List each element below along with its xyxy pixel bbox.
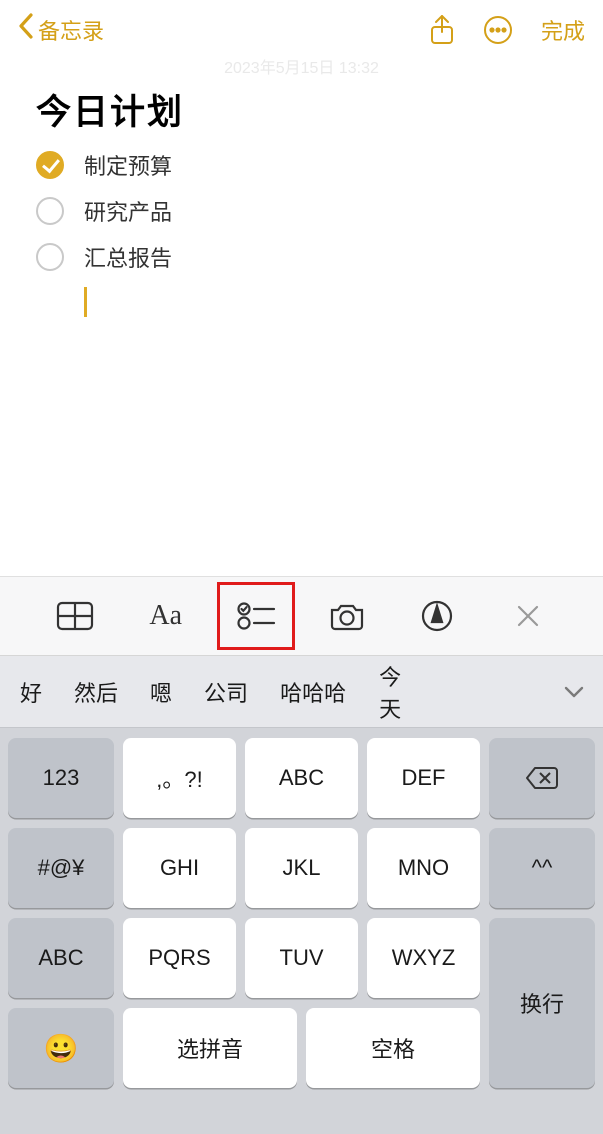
key-row: 123 ,。?! ABC DEF — [8, 738, 595, 818]
key-def[interactable]: DEF — [367, 738, 480, 818]
key-emoji[interactable]: 😀 — [8, 1008, 114, 1088]
note-body[interactable]: 今日计划 制定预算 研究产品 汇总报告 — [0, 74, 603, 317]
key-pinyin[interactable]: 选拼音 — [123, 1008, 297, 1088]
key-pqrs[interactable]: PQRS — [123, 918, 236, 998]
text-format-button[interactable]: Aa — [136, 591, 196, 641]
checklist-item[interactable]: 制定预算 — [36, 149, 567, 181]
key-tuv[interactable]: TUV — [245, 918, 358, 998]
checklist-item[interactable]: 研究产品 — [36, 195, 567, 227]
close-keyboard-button[interactable] — [498, 591, 558, 641]
keypad: 123 ,。?! ABC DEF #@¥ GHI JKL MNO ^^ ABC … — [0, 728, 603, 1088]
suggestion[interactable]: 好 — [4, 676, 58, 708]
keyboard: 好 然后 嗯 公司 哈哈哈 今天 123 ,。?! ABC DEF #@¥ GH… — [0, 656, 603, 1134]
key-abc-mode[interactable]: ABC — [8, 918, 114, 998]
checklist-text[interactable]: 汇总报告 — [84, 241, 172, 273]
suggestion[interactable]: 然后 — [58, 676, 134, 708]
table-button[interactable] — [45, 591, 105, 641]
chevron-left-icon — [18, 12, 34, 48]
checkbox-unchecked-icon[interactable] — [36, 243, 64, 271]
suggestion[interactable]: 公司 — [188, 676, 264, 708]
markup-button[interactable] — [407, 591, 467, 641]
suggestion-bar: 好 然后 嗯 公司 哈哈哈 今天 — [0, 656, 603, 728]
format-toolbar: Aa — [0, 576, 603, 656]
header-actions: 完成 — [429, 14, 585, 46]
key-mno[interactable]: MNO — [367, 828, 480, 908]
key-ghi[interactable]: GHI — [123, 828, 236, 908]
more-icon[interactable] — [483, 15, 513, 45]
camera-button[interactable] — [317, 591, 377, 641]
suggestion[interactable]: 今天 — [362, 660, 418, 724]
text-cursor — [84, 287, 87, 317]
checklist-text[interactable]: 制定预算 — [84, 149, 172, 181]
expand-suggestions-icon[interactable] — [549, 679, 599, 705]
key-return[interactable]: 换行 — [489, 918, 595, 1088]
note-title[interactable]: 今日计划 — [36, 84, 567, 135]
key-punct[interactable]: ,。?! — [123, 738, 236, 818]
key-123[interactable]: 123 — [8, 738, 114, 818]
suggestion[interactable]: 嗯 — [134, 676, 188, 708]
key-row-bottom: ABC 😀 PQRS TUV WXYZ 选拼音 空格 换行 — [8, 918, 595, 1088]
key-jkl[interactable]: JKL — [245, 828, 358, 908]
timestamp: 2023年5月15日 13:32 — [0, 54, 603, 74]
checklist-button[interactable] — [226, 591, 286, 641]
share-icon[interactable] — [429, 14, 455, 46]
key-space[interactable]: 空格 — [306, 1008, 480, 1088]
key-wxyz[interactable]: WXYZ — [367, 918, 480, 998]
key-abc[interactable]: ABC — [245, 738, 358, 818]
checklist-text[interactable]: 研究产品 — [84, 195, 172, 227]
suggestion[interactable]: 哈哈哈 — [264, 676, 362, 708]
key-row: #@¥ GHI JKL MNO ^^ — [8, 828, 595, 908]
key-backspace[interactable] — [489, 738, 595, 818]
done-button[interactable]: 完成 — [541, 14, 585, 46]
checkbox-unchecked-icon[interactable] — [36, 197, 64, 225]
back-label: 备忘录 — [38, 14, 104, 46]
nav-header: 备忘录 完成 — [0, 0, 603, 60]
key-symbols[interactable]: #@¥ — [8, 828, 114, 908]
back-button[interactable]: 备忘录 — [18, 12, 104, 48]
checkbox-checked-icon[interactable] — [36, 151, 64, 179]
checklist-item[interactable]: 汇总报告 — [36, 241, 567, 273]
key-face[interactable]: ^^ — [489, 828, 595, 908]
